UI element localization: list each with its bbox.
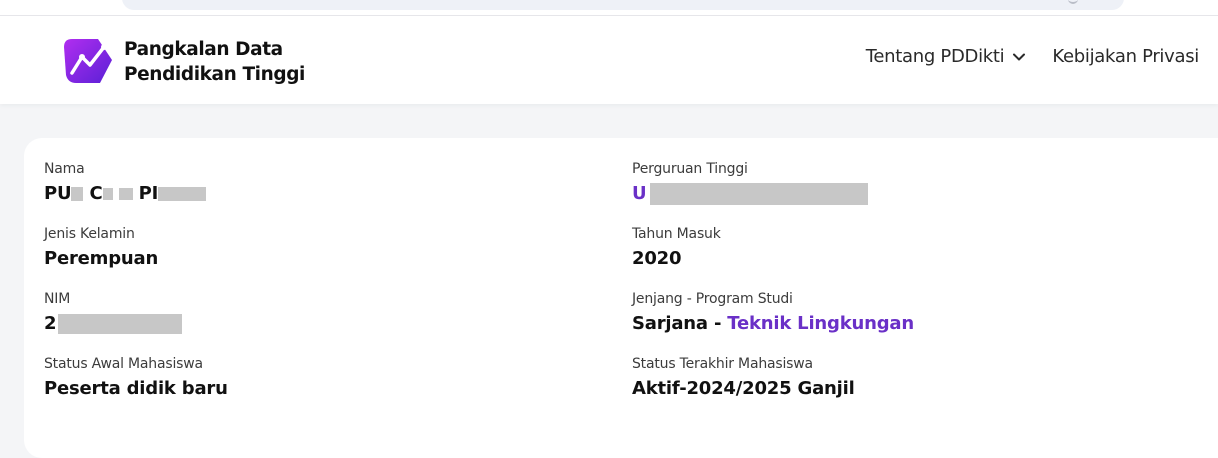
brand-line-2: Pendidikan Tinggi: [124, 64, 306, 85]
redaction-block: [650, 183, 869, 205]
field-tahun-masuk-label: Tahun Masuk: [632, 226, 721, 242]
redaction-block: [118, 188, 133, 200]
site-header: Pangkalan Data Pendidikan Tinggi Tentang…: [0, 16, 1218, 104]
field-status-terakhir: Status Terakhir Mahasiswa Aktif-2024/202…: [632, 355, 855, 401]
redaction-block: [158, 187, 207, 201]
brand-line-1: Pangkalan Data: [124, 39, 283, 60]
nama-mid-2: PI: [138, 183, 159, 204]
nama-mid-1: C: [89, 183, 103, 204]
search-bar[interactable]: [122, 0, 1124, 10]
field-jenjang-prodi-label: Jenjang - Program Studi: [632, 291, 793, 307]
brand-name[interactable]: Pangkalan Data Pendidikan Tinggi: [124, 37, 305, 87]
field-jenjang-prodi: Jenjang - Program Studi Sarjana - Teknik…: [632, 290, 914, 336]
field-perguruan-tinggi-value[interactable]: U: [632, 182, 869, 206]
field-status-awal: Status Awal Mahasiswa Peserta didik baru: [44, 355, 228, 401]
field-status-awal-value: Peserta didik baru: [44, 378, 228, 399]
field-jenis-kelamin-value: Perempuan: [44, 248, 159, 269]
field-nim-label: NIM: [44, 291, 71, 307]
redaction-block: [102, 188, 113, 200]
jenjang-separator: -: [707, 313, 728, 334]
perguruan-tinggi-link[interactable]: U: [632, 183, 647, 204]
main-nav: Tentang PDDikti Kebijakan Privasi: [866, 46, 1200, 67]
redaction-block: [58, 314, 183, 334]
field-tahun-masuk-value: 2020: [632, 248, 682, 269]
field-perguruan-tinggi: Perguruan Tinggi U: [632, 160, 869, 206]
nav-item-tentang-label: Tentang PDDikti: [865, 46, 1005, 67]
nav-item-tentang[interactable]: Tentang PDDikti: [866, 46, 1027, 67]
field-status-awal-label: Status Awal Mahasiswa: [44, 356, 203, 372]
nama-prefix: PU: [44, 183, 72, 204]
pddikti-logo-icon[interactable]: [62, 33, 116, 87]
field-nim: NIM 2: [44, 290, 183, 336]
nim-prefix: 2: [44, 313, 57, 334]
field-status-terakhir-value: Aktif-2024/2025 Ganjil: [632, 378, 855, 399]
nav-item-kebijakan-label: Kebijakan Privasi: [1052, 46, 1199, 67]
field-jenis-kelamin: Jenis Kelamin Perempuan: [44, 225, 158, 271]
field-jenjang-prodi-value: Sarjana - Teknik Lingkungan: [632, 312, 914, 336]
field-nama-label: Nama: [44, 161, 85, 177]
redaction-block: [71, 187, 84, 201]
browser-top-strip: [0, 0, 1218, 16]
search-icon[interactable]: [1068, 0, 1078, 4]
student-detail-card: Nama PU C PI Jenis Kelamin Perempuan NIM…: [24, 138, 1218, 458]
chevron-down-icon[interactable]: [1012, 50, 1026, 64]
field-status-terakhir-label: Status Terakhir Mahasiswa: [632, 356, 813, 372]
field-jenis-kelamin-label: Jenis Kelamin: [44, 226, 135, 242]
field-nama-value: PU C PI: [44, 182, 207, 206]
field-nim-value: 2: [44, 312, 183, 336]
field-perguruan-tinggi-label: Perguruan Tinggi: [632, 161, 748, 177]
nav-item-kebijakan-privasi[interactable]: Kebijakan Privasi: [1052, 46, 1199, 67]
jenjang-value: Sarjana: [632, 313, 708, 334]
field-tahun-masuk: Tahun Masuk 2020: [632, 225, 721, 271]
program-studi-link[interactable]: Teknik Lingkungan: [727, 313, 914, 334]
field-nama: Nama PU C PI: [44, 160, 207, 206]
